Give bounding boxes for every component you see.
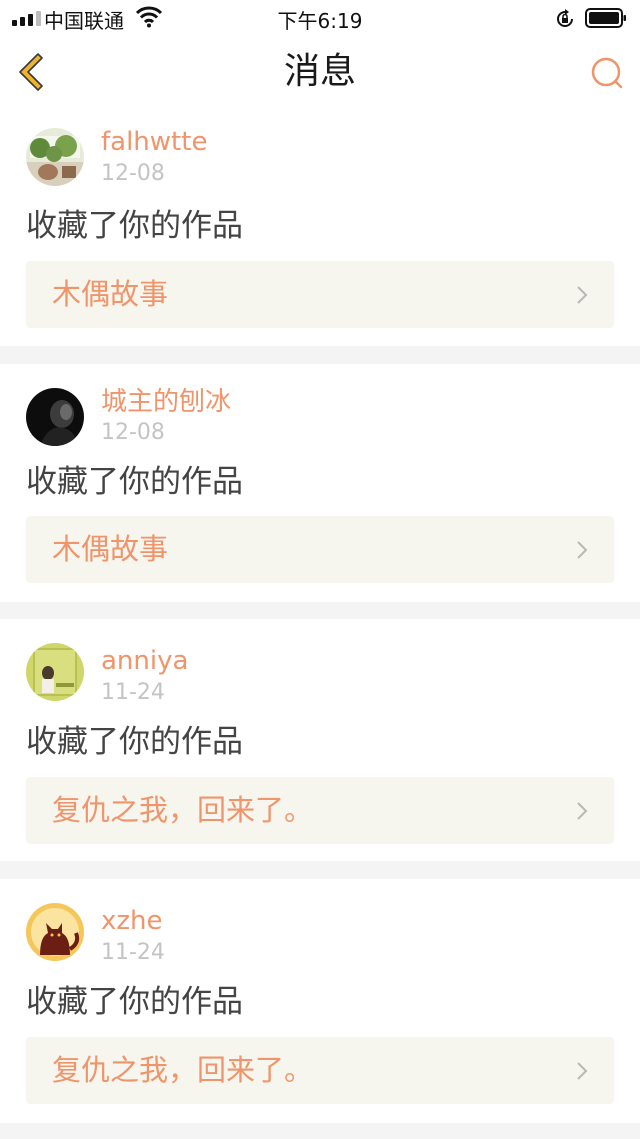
work-link[interactable]: 复仇之我，回来了。 bbox=[26, 777, 614, 844]
message-card: falhwtte 12-08 收藏了你的作品 木偶故事 bbox=[0, 108, 640, 346]
username[interactable]: falhwtte bbox=[101, 126, 207, 158]
message-card: xzhe 11-24 收藏了你的作品 复仇之我，回来了。 bbox=[0, 879, 640, 1123]
status-time: 下午6:19 bbox=[277, 9, 363, 33]
avatar[interactable] bbox=[26, 903, 84, 961]
message-date: 12-08 bbox=[101, 420, 165, 445]
avatar[interactable] bbox=[26, 388, 84, 446]
action-text: 收藏了你的作品 bbox=[26, 724, 243, 760]
status-bar: 中国联通 下午6:19 bbox=[0, 0, 640, 36]
work-title: 木偶故事 bbox=[52, 532, 169, 566]
message-card: anniya 11-24 收藏了你的作品 复仇之我，回来了。 bbox=[0, 619, 640, 861]
action-text: 收藏了你的作品 bbox=[26, 464, 243, 500]
work-link[interactable]: 木偶故事 bbox=[26, 516, 614, 583]
username[interactable]: 城主的刨冰 bbox=[101, 386, 231, 418]
avatar[interactable] bbox=[26, 128, 84, 186]
work-link[interactable]: 木偶故事 bbox=[26, 261, 614, 328]
chevron-right-icon bbox=[577, 541, 588, 559]
username[interactable]: xzhe bbox=[101, 905, 163, 937]
action-text: 收藏了你的作品 bbox=[26, 984, 243, 1020]
username[interactable]: anniya bbox=[101, 645, 188, 677]
action-text: 收藏了你的作品 bbox=[26, 208, 243, 244]
work-title: 复仇之我，回来了。 bbox=[52, 793, 314, 827]
message-date: 11-24 bbox=[101, 940, 165, 965]
work-link[interactable]: 复仇之我，回来了。 bbox=[26, 1037, 614, 1104]
rotation-lock-icon bbox=[557, 9, 573, 27]
navigation-bar: 消息 bbox=[0, 36, 640, 109]
chevron-right-icon bbox=[577, 286, 588, 304]
chevron-right-icon bbox=[577, 802, 588, 820]
message-date: 12-08 bbox=[101, 161, 165, 186]
message-date: 11-24 bbox=[101, 680, 165, 705]
work-title: 木偶故事 bbox=[52, 277, 169, 311]
search-button[interactable] bbox=[588, 54, 628, 94]
avatar[interactable] bbox=[26, 643, 84, 701]
page-title: 消息 bbox=[283, 51, 356, 92]
work-title: 复仇之我，回来了。 bbox=[52, 1053, 314, 1087]
battery-icon bbox=[585, 8, 626, 28]
chevron-right-icon bbox=[577, 1062, 588, 1080]
message-card: 城主的刨冰 12-08 收藏了你的作品 木偶故事 bbox=[0, 364, 640, 602]
